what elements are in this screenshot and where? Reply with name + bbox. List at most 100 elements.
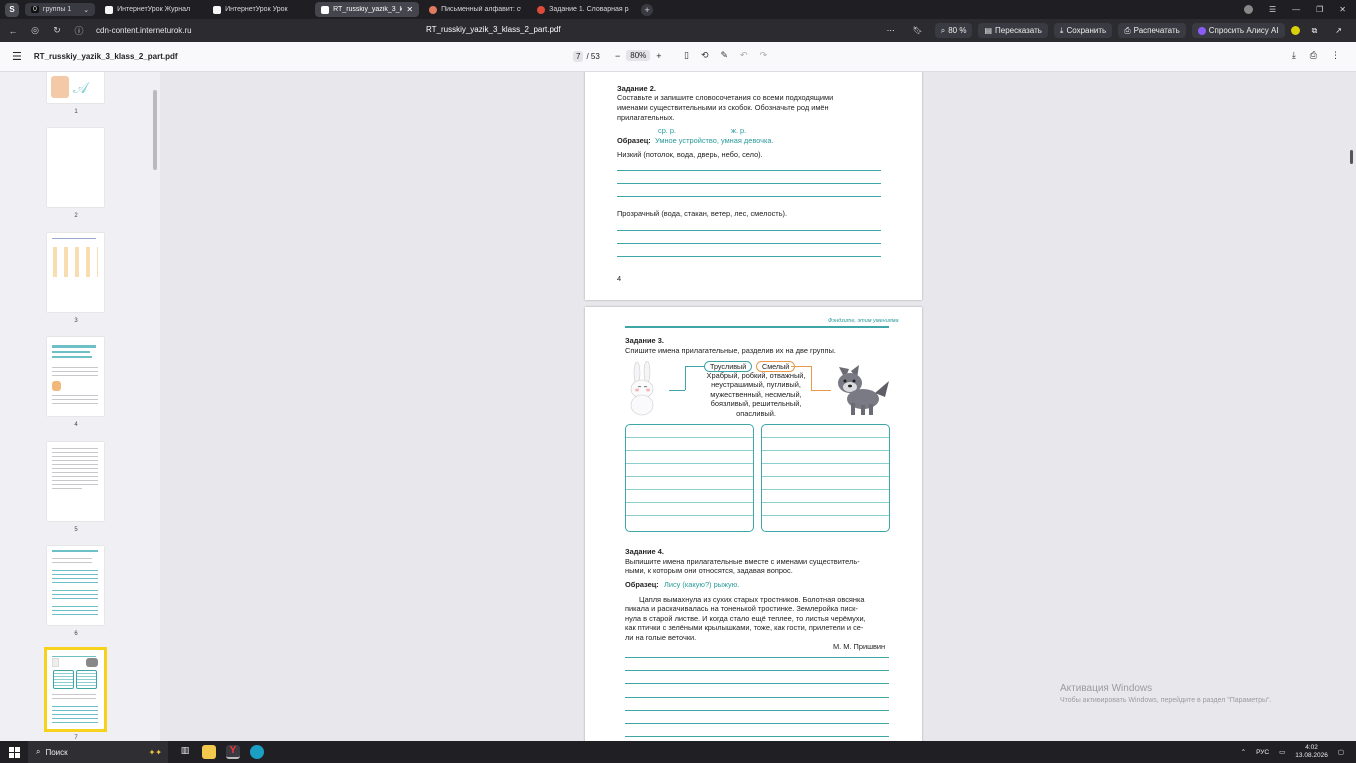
thumbnail-image (76, 670, 97, 689)
share-icon[interactable]: ↗ (1329, 23, 1348, 38)
word-list-line: опасливый. (736, 409, 776, 418)
edge-browser-icon[interactable] (250, 745, 264, 759)
redo-icon[interactable]: ↷ (760, 50, 768, 61)
retell-button[interactable]: ▤ Пересказать (978, 23, 1048, 38)
thumbnail-image (86, 658, 98, 667)
tab-alphabet[interactable]: Письменный алфавит: сч (423, 2, 527, 17)
rotate-icon[interactable]: ⟲ (701, 50, 709, 61)
magnifier-icon: ⌕ (940, 25, 946, 35)
zoom-in-icon[interactable]: + (656, 51, 661, 61)
printer-icon: ⎙ (1124, 25, 1131, 35)
menu-icon[interactable]: ☰ (1269, 5, 1276, 14)
thumbnail-page-5[interactable] (47, 442, 104, 521)
browser-logo-icon[interactable]: S (5, 2, 19, 17)
answer-box-cowardly[interactable] (625, 424, 754, 532)
thumbnail-number: 5 (74, 527, 78, 533)
task-text-line: Спишите имена прилагательные, разделив и… (625, 346, 836, 355)
viewer-scrollbar[interactable] (1350, 150, 1353, 164)
url-text[interactable]: cdn-content.interneturok.ru (96, 26, 216, 35)
retell-icon: ▤ (984, 26, 992, 35)
tab-task1[interactable]: Задание 1. Словарная ра (531, 2, 635, 17)
more-icon[interactable]: ⋯ (881, 23, 901, 38)
shield-icon[interactable]: ◎ (24, 25, 46, 36)
chevron-up-icon[interactable]: ⌃ (1241, 748, 1246, 756)
writing-line (617, 243, 881, 244)
zoom-level[interactable]: 80% (626, 50, 651, 61)
thumbnail-page-4[interactable] (47, 337, 104, 416)
new-tab-plus-icon[interactable]: + (641, 3, 654, 16)
word-list-line: неустрашимый, пугливый, (711, 380, 801, 389)
restore-icon[interactable]: ❐ (1316, 5, 1323, 14)
draw-icon[interactable]: ✎ (721, 50, 729, 61)
zoom-out-icon[interactable]: − (615, 51, 620, 61)
taskbar-search[interactable]: ⌕ Поиск ✦✦ (28, 741, 168, 763)
tab-label: Задание 1. Словарная ра (549, 6, 630, 13)
clock[interactable]: 4:02 13.08.2026 (1295, 744, 1328, 760)
author: М. М. Пришвин (833, 642, 886, 651)
minimize-icon[interactable]: — (1292, 5, 1300, 14)
tab-group-pill[interactable]: 0 группы 1 ⌄ (25, 3, 96, 16)
wolf-illustration (835, 359, 891, 417)
yandex-browser-icon[interactable]: Y (226, 745, 240, 759)
site-favicon-icon (429, 5, 438, 14)
task-view-icon[interactable]: ▥ (178, 745, 192, 759)
tab-interneturok-journal[interactable]: ИнтернетУрок Журнал (99, 2, 203, 17)
thumbnail-page-6[interactable] (47, 546, 104, 625)
extension-icon[interactable] (1290, 26, 1300, 35)
close-icon[interactable]: ✕ (406, 5, 413, 14)
page-title: RT_russkiy_yazik_3_klass_2_part.pdf (426, 25, 561, 34)
tab-interneturok-lesson[interactable]: ИнтернетУрок Урок (207, 2, 311, 17)
site-info-icon[interactable]: ⓘ (68, 24, 90, 37)
clock-date: 13.08.2026 (1295, 752, 1328, 759)
tab-label: ИнтернетУрок Журнал (117, 6, 191, 13)
task-title: Задание 3. (625, 336, 664, 345)
pdf-filename: RT_russkiy_yazik_3_klass_2_part.pdf (33, 52, 178, 61)
close-window-icon[interactable]: ✕ (1339, 5, 1346, 14)
answer-box-brave[interactable] (761, 424, 890, 532)
more-vertical-icon[interactable]: ⋮ (1331, 50, 1340, 61)
undo-icon[interactable]: ↶ (740, 50, 748, 61)
current-page-input[interactable]: 7 (573, 51, 584, 62)
puzzle-icon[interactable]: ⧉ (1306, 23, 1324, 38)
ask-alice-button[interactable]: Спросить Алису AI (1191, 23, 1285, 38)
download-icon[interactable]: ⤓ (1292, 50, 1296, 61)
keyboard-language[interactable]: РУС (1256, 749, 1269, 756)
writing-line (625, 723, 889, 724)
thumbnail-number: 6 (74, 631, 78, 637)
tab-pdf-active[interactable]: RT_russkiy_yazik_3_kla ✕ (315, 2, 420, 17)
thumbnail-page-7[interactable] (44, 647, 107, 732)
profile-avatar-icon[interactable] (1243, 5, 1253, 14)
fit-page-icon[interactable]: ▯ (684, 50, 689, 61)
notifications-icon[interactable]: ▢ (1338, 748, 1344, 756)
zoom-button[interactable]: ⌕ 80 % (934, 23, 973, 38)
exercise-line: Низкий (потолок, вода, дверь, небо, село… (617, 150, 763, 159)
sidebar-scrollbar[interactable] (153, 90, 157, 170)
printer-icon[interactable]: ⎙ (1310, 50, 1317, 61)
bookmark-icon[interactable]: 🔖︎ (907, 23, 929, 38)
window-controls: ☰ — ❐ ✕ (1243, 0, 1356, 19)
sidebar-toggle-icon[interactable]: ☰ (12, 50, 22, 63)
page-number: 4 (617, 274, 622, 283)
network-icon[interactable]: ▭ (1279, 748, 1285, 756)
sample-text: Умное устройство, умная девочка. (655, 136, 774, 145)
zoom-controls: − 80% + (615, 50, 662, 61)
pdf-tools: ▯ ⟲ ✎ ↶ ↷ (684, 50, 767, 61)
save-button[interactable]: ⤓ Сохранить (1053, 23, 1113, 38)
print-button[interactable]: ⎙ Распечатать (1118, 23, 1186, 38)
thumbnail-page-2[interactable] (47, 128, 104, 207)
thumbnail-number: 3 (74, 318, 78, 324)
rabbit-illustration (625, 360, 663, 417)
reload-icon[interactable]: ↻ (46, 25, 68, 36)
total-pages: / 53 (586, 52, 600, 61)
copilot-sparkle-icon: ✦✦ (148, 747, 162, 757)
task-text-line: прилагательных. (617, 113, 675, 122)
passage-line: ли на голые веточки. (625, 633, 697, 642)
back-arrow-icon[interactable]: ← (2, 26, 24, 36)
thumbnail-sidebar: 𝒜 1 2 3 4 5 6 7 (0, 72, 160, 741)
ask-alice-label: Спросить Алису AI (1208, 26, 1279, 35)
thumbnail-number: 4 (74, 422, 78, 428)
store-icon[interactable] (202, 745, 216, 759)
thumbnail-page-3[interactable] (47, 233, 104, 312)
windows-start-icon[interactable] (0, 746, 28, 758)
thumbnail-page-1[interactable]: 𝒜 (47, 72, 104, 103)
